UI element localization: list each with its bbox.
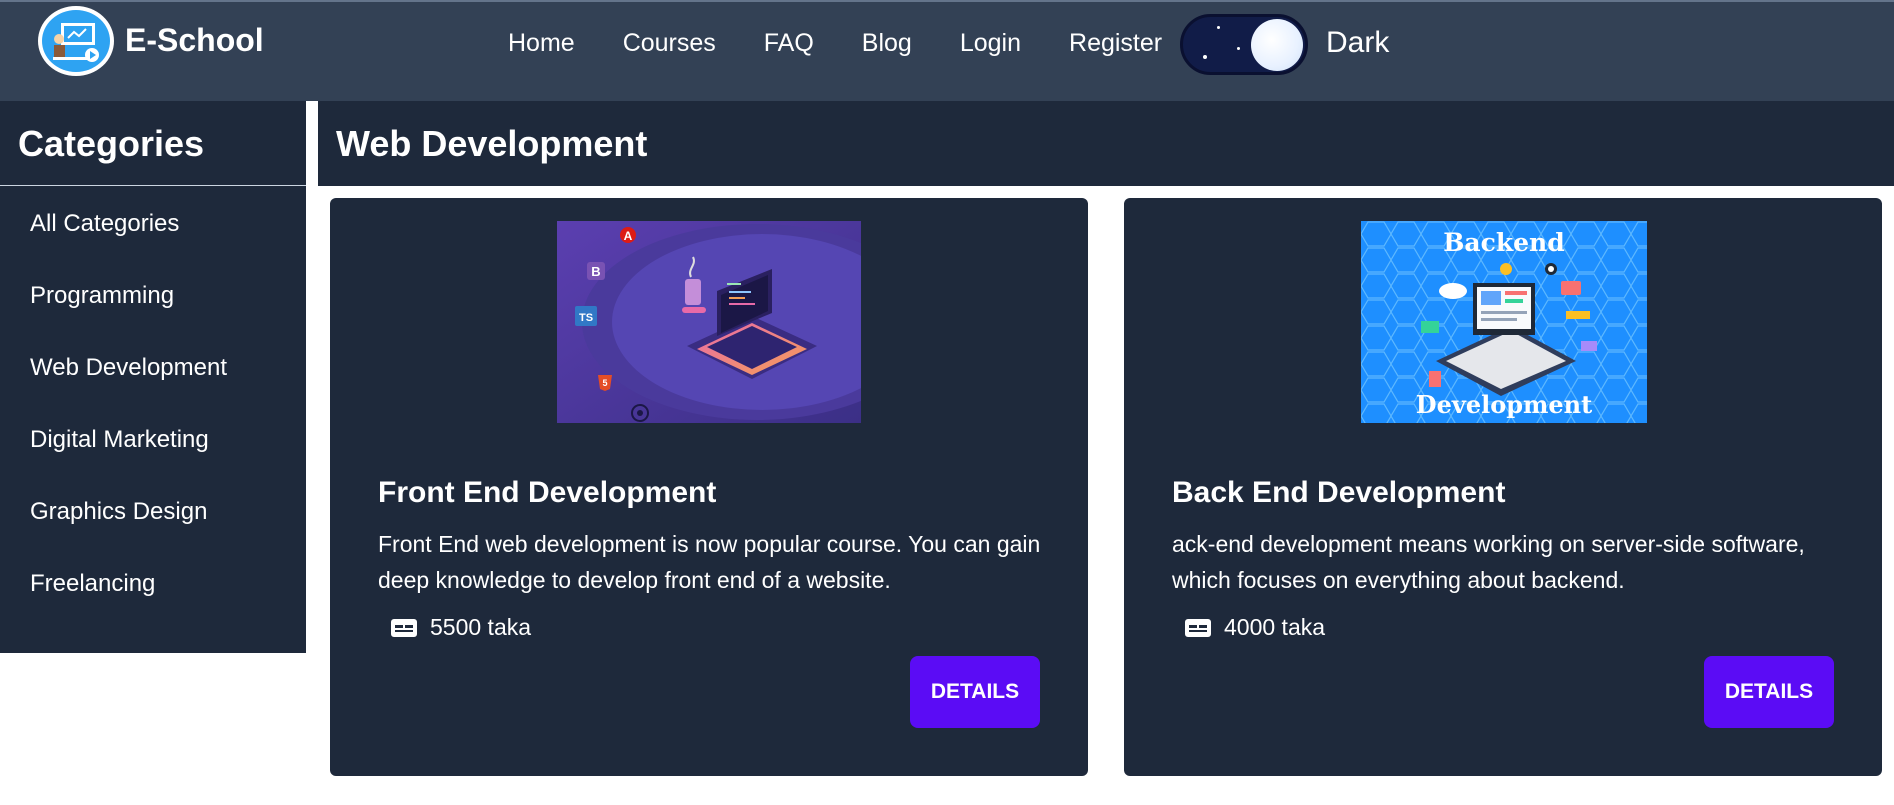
sidebar-title: Categories [0,101,306,186]
course-title: Back End Development [1172,476,1506,509]
nav-faq[interactable]: FAQ [764,29,814,58]
image-text: Backend [1443,228,1564,257]
ticket-icon [1184,617,1212,639]
backend-illustration: Backend Development [1361,221,1647,423]
course-card: A B TS 5 Front End Development Front End… [330,198,1088,776]
course-title: Front End Development [378,476,717,509]
star-icon [1237,47,1240,50]
category-list: All Categories Programming Web Developme… [0,186,306,642]
main-header: Web Development [318,101,1894,186]
course-description: ack-end development means working on ser… [1172,531,1805,593]
price-value: 4000 taka [1224,614,1326,640]
star-icon [1217,26,1220,29]
course-description: Front End web development is now popular… [378,531,1041,593]
sidebar-item-all-categories[interactable]: All Categories [0,210,306,282]
sidebar-item-digital-marketing[interactable]: Digital Marketing [0,426,306,498]
nav-courses[interactable]: Courses [623,29,716,58]
image-badge: A [624,229,633,243]
navbar: E-School Home Courses FAQ Blog Login Reg… [0,0,1894,101]
star-icon [1203,55,1207,59]
details-button[interactable]: DETAILS [910,656,1040,728]
theme-label: Dark [1326,26,1390,59]
image-badge: B [591,264,600,279]
image-badge: 5 [602,378,607,388]
theme-toggle[interactable] [1180,14,1308,75]
moon-icon [1251,19,1303,71]
categories-sidebar: Categories All Categories Programming We… [0,101,306,653]
teacher-board-icon [42,10,110,72]
page-title: Web Development [336,123,648,164]
front-end-illustration: A B TS 5 [557,221,861,423]
price-value: 5500 taka [430,614,532,640]
nav-links: Home Courses FAQ Blog Login Register [508,29,1162,58]
details-button[interactable]: DETAILS [1704,656,1834,728]
brand-name[interactable]: E-School [125,22,264,59]
sidebar-item-programming[interactable]: Programming [0,282,306,354]
nav-blog[interactable]: Blog [862,29,912,58]
course-card: Backend Development Back End Development… [1124,198,1882,776]
course-price: 4000 taka [1184,614,1325,641]
nav-home[interactable]: Home [508,29,575,58]
nav-register[interactable]: Register [1069,29,1162,58]
sidebar-item-web-development[interactable]: Web Development [0,354,306,426]
sidebar-item-graphics-design[interactable]: Graphics Design [0,498,306,570]
image-badge: TS [579,312,593,324]
sidebar-item-freelancing[interactable]: Freelancing [0,570,306,642]
logo[interactable] [38,6,114,76]
course-price: 5500 taka [390,614,531,641]
nav-login[interactable]: Login [960,29,1021,58]
ticket-icon [390,617,418,639]
